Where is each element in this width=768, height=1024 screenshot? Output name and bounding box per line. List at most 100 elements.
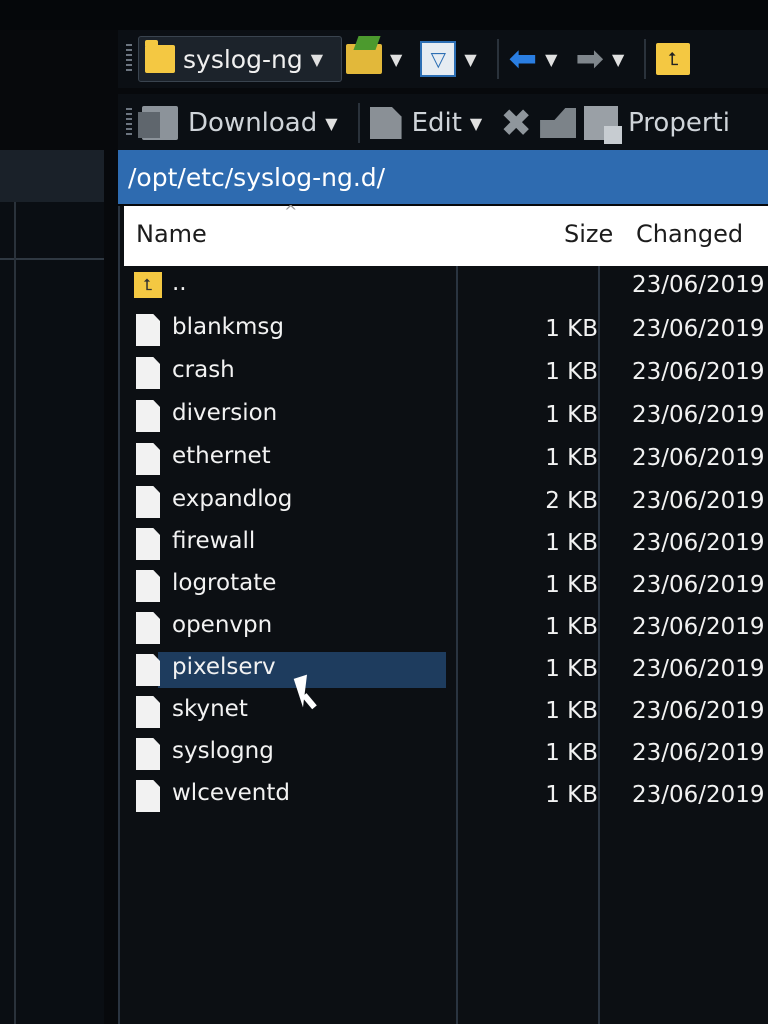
list-item[interactable]: wlceventd 1 KB 23/06/2019 1	[126, 776, 768, 816]
column-name[interactable]: Name	[136, 220, 207, 248]
local-panel-edge	[14, 202, 16, 1024]
file-size: 1 KB	[545, 359, 598, 385]
file-name: ..	[172, 270, 187, 296]
back-button[interactable]: ⬅ ▼	[505, 37, 572, 81]
list-item[interactable]: blankmsg 1 KB 23/06/2019	[126, 310, 768, 350]
list-item-selected[interactable]: pixelserv 1 KB 23/06/2019 1	[126, 650, 768, 690]
file-name: crash	[172, 357, 235, 383]
list-item[interactable]: openvpn 1 KB 23/06/2019 1	[126, 608, 768, 648]
chevron-down-icon[interactable]: ▼	[545, 50, 557, 69]
file-size: 2 KB	[545, 488, 598, 514]
file-name: firewall	[172, 528, 256, 554]
navigation-toolbar: syslog-ng ▼ ▼ ▽ ▼ ⬅ ▼ ➡ ▼ ⮤	[118, 30, 768, 88]
file-size: 1 KB	[545, 656, 598, 682]
toolbar-separator	[644, 39, 647, 79]
parent-folder-icon: ⮤	[656, 43, 691, 75]
chevron-down-icon[interactable]: ▼	[325, 114, 337, 133]
filter-icon: ▽	[420, 41, 457, 77]
arrow-right-icon: ➡	[575, 39, 604, 79]
file-changed: 23/06/2019 1	[632, 614, 768, 640]
file-changed: 23/06/2019	[632, 316, 765, 342]
file-changed: 23/06/2019 1	[632, 656, 768, 682]
edit-button[interactable]: Edit ▼	[366, 101, 497, 145]
download-label: Download	[188, 108, 318, 138]
file-size: 1 KB	[545, 614, 598, 640]
edit-label: Edit	[411, 108, 462, 138]
file-icon	[136, 780, 160, 812]
file-name: diversion	[172, 400, 278, 426]
properties-label: Properti	[628, 108, 730, 138]
chevron-down-icon[interactable]: ▼	[390, 50, 402, 69]
list-item[interactable]: diversion 1 KB 23/06/2019	[126, 396, 768, 436]
file-size: 1 KB	[545, 782, 598, 808]
file-changed: 23/06/2019	[632, 359, 765, 385]
file-icon	[136, 738, 160, 770]
delete-icon: ✖	[500, 101, 533, 145]
file-changed: 23/06/2019 1	[632, 782, 768, 808]
chevron-down-icon[interactable]: ▼	[311, 50, 323, 69]
file-icon	[136, 528, 160, 560]
open-directory-button[interactable]: ▼	[342, 37, 416, 81]
chevron-down-icon[interactable]: ▼	[470, 114, 482, 133]
properties-icon	[584, 106, 623, 144]
file-icon	[136, 443, 160, 475]
delete-button[interactable]: ✖	[496, 101, 536, 145]
toolbar-grip[interactable]	[126, 108, 132, 138]
forward-button[interactable]: ➡ ▼	[571, 37, 638, 81]
column-header: ^ Name Size Changed	[124, 202, 768, 266]
column-changed[interactable]: Changed	[636, 220, 743, 248]
list-item[interactable]: skynet 1 KB 23/06/2019 1	[126, 692, 768, 732]
remote-path-bar[interactable]: /opt/etc/syslog-ng.d/	[118, 150, 768, 204]
column-size[interactable]: Size	[564, 220, 613, 248]
file-changed: 23/06/2019	[632, 402, 765, 428]
list-item[interactable]: crash 1 KB 23/06/2019	[126, 353, 768, 393]
parent-folder-icon: ⮤	[134, 272, 162, 298]
file-icon	[136, 400, 160, 432]
rename-button[interactable]	[536, 101, 580, 145]
list-item[interactable]: firewall 1 KB 23/06/2019 1	[126, 524, 768, 564]
arrow-left-icon: ⬅	[508, 39, 538, 79]
list-item[interactable]: syslogng 1 KB 23/06/2019 1	[126, 734, 768, 774]
parent-directory-button[interactable]: ⮤	[652, 37, 694, 81]
file-changed: 23/06/2019 1	[632, 530, 768, 556]
file-icon	[136, 570, 160, 602]
toolbar-separator	[357, 103, 360, 143]
file-name: pixelserv	[172, 654, 276, 680]
local-path-bar[interactable]	[0, 150, 104, 202]
file-changed: 23/06/2019 1	[632, 698, 768, 724]
file-changed: 23/06/2019 1	[632, 572, 768, 598]
file-name: openvpn	[172, 612, 273, 638]
file-toolbar: Download ▼ Edit ▼ ✖ Properti	[118, 94, 768, 152]
filter-button[interactable]: ▽ ▼	[416, 37, 490, 81]
file-name: blankmsg	[172, 314, 284, 340]
file-icon	[136, 486, 160, 518]
properties-button[interactable]: Properti	[580, 101, 734, 145]
file-name: expandlog	[172, 486, 293, 512]
download-icon	[138, 106, 178, 140]
file-name: skynet	[172, 696, 248, 722]
file-size: 1 KB	[545, 530, 598, 556]
drive-select[interactable]: syslog-ng ▼	[138, 36, 343, 82]
file-changed: 23/06/2019	[632, 445, 765, 471]
file-icon	[136, 612, 160, 644]
toolbar-grip[interactable]	[126, 44, 132, 74]
list-item[interactable]: logrotate 1 KB 23/06/2019 1	[126, 566, 768, 606]
folder-icon	[145, 40, 175, 73]
list-item[interactable]: expandlog 2 KB 23/06/2019 1	[126, 482, 768, 522]
file-changed: 23/06/2019 1	[632, 740, 768, 766]
list-item[interactable]: ethernet 1 KB 23/06/2019	[126, 439, 768, 479]
list-item-parent-directory[interactable]: ⮤ .. 23/06/2019	[126, 266, 768, 306]
file-changed: 23/06/2019	[632, 272, 765, 298]
file-changed: 23/06/2019 1	[632, 488, 768, 514]
remote-path: /opt/etc/syslog-ng.d/	[128, 162, 386, 192]
chevron-down-icon[interactable]: ▼	[464, 50, 476, 69]
file-icon	[136, 654, 160, 686]
file-icon	[136, 357, 160, 389]
download-button[interactable]: Download ▼	[138, 101, 352, 145]
file-size: 1 KB	[545, 402, 598, 428]
file-size: 1 KB	[545, 572, 598, 598]
sort-ascending-icon: ^	[284, 202, 298, 221]
file-name: syslogng	[172, 738, 274, 764]
chevron-down-icon[interactable]: ▼	[612, 50, 624, 69]
rename-icon	[540, 108, 577, 138]
